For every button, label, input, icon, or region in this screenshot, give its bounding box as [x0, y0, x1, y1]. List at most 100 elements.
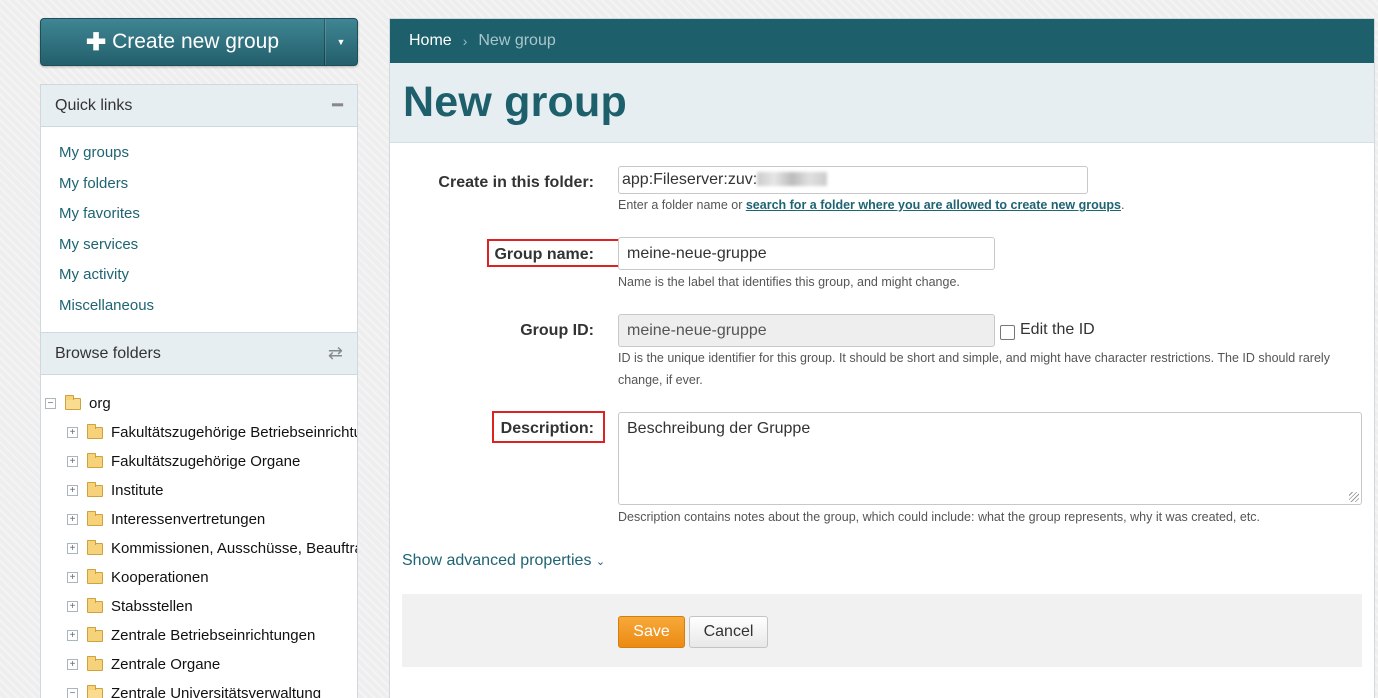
tree-node-label[interactable]: Kooperationen — [111, 569, 209, 586]
redacted-text — [757, 172, 828, 186]
tree-node[interactable]: + Kooperationen — [45, 563, 357, 592]
tree-node[interactable]: + Zentrale Organe — [45, 650, 357, 679]
group-id-help: ID is the unique identifier for this gro… — [618, 347, 1368, 391]
folder-help: Enter a folder name or search for a fold… — [618, 194, 1124, 216]
quick-links-panel: Quick links ━ My groups My folders My fa… — [40, 84, 358, 333]
description-textarea[interactable]: Beschreibung der Gruppe — [618, 412, 1362, 505]
expand-node-icon[interactable]: + — [67, 514, 78, 525]
expand-node-icon[interactable]: + — [67, 456, 78, 467]
folder-icon — [87, 597, 103, 613]
description-label: Description: — [500, 420, 594, 437]
browse-folders-title: Browse folders — [55, 344, 161, 362]
cancel-button[interactable]: Cancel — [689, 616, 768, 648]
group-name-value: meine-neue-gruppe — [627, 245, 767, 262]
tree-node[interactable]: + Zentrale Betriebseinrichtungen — [45, 621, 357, 650]
tree-node-label[interactable]: Interessenvertretungen — [111, 511, 265, 528]
tree-node-label[interactable]: Fakultätszugehörige Betriebseinrichtunge… — [111, 424, 357, 441]
quick-link-my-activity[interactable]: My activity — [59, 266, 129, 283]
tree-node-label[interactable]: Zentrale Organe — [111, 656, 220, 673]
quick-links-list: My groups My folders My favorites My ser… — [41, 127, 357, 339]
folder-input-value: app:Fileserver:zuv: — [622, 171, 758, 188]
tree-node[interactable]: + Fakultätszugehörige Organe — [45, 447, 357, 476]
folder-tree: − org + Fakultätszugehörige Betriebseinr… — [41, 375, 357, 698]
group-name-input[interactable]: meine-neue-gruppe — [618, 237, 995, 270]
tree-node-label[interactable]: Institute — [111, 482, 164, 499]
tree-node[interactable]: + Fakultätszugehörige Betriebseinrichtun… — [45, 418, 357, 447]
create-new-group-button[interactable]: ✚ Create new group ▼ — [40, 18, 358, 66]
folder-icon — [87, 510, 103, 526]
expand-node-icon[interactable]: + — [67, 543, 78, 554]
description-help: Description contains notes about the gro… — [618, 510, 1261, 524]
tree-node[interactable]: + Kommissionen, Ausschüsse, Beauftragte — [45, 534, 357, 563]
create-new-group-main[interactable]: ✚ Create new group — [41, 19, 324, 65]
tree-node[interactable]: + Institute — [45, 476, 357, 505]
plus-icon: ✚ — [85, 28, 107, 56]
quick-links-title: Quick links — [55, 96, 133, 114]
chevron-right-icon: › — [462, 33, 468, 49]
quick-link-item[interactable]: My services — [59, 233, 339, 264]
tree-node-label[interactable]: Stabsstellen — [111, 598, 193, 615]
folder-input[interactable]: app:Fileserver:zuv: — [618, 166, 1088, 194]
quick-link-my-favorites[interactable]: My favorites — [59, 205, 140, 222]
search-folder-link[interactable]: search for a folder where you are allowe… — [746, 198, 1121, 212]
expand-node-icon[interactable]: + — [67, 630, 78, 641]
collapse-node-icon[interactable]: − — [45, 398, 56, 409]
quick-link-item[interactable]: My activity — [59, 263, 339, 294]
breadcrumb-current: New group — [478, 32, 556, 49]
expand-node-icon[interactable]: + — [67, 485, 78, 496]
tree-node-label[interactable]: Zentrale Universitätsverwaltung — [111, 685, 321, 698]
expand-node-icon[interactable]: + — [67, 427, 78, 438]
folder-icon — [87, 423, 103, 439]
expand-node-icon[interactable]: + — [67, 572, 78, 583]
quick-link-my-groups[interactable]: My groups — [59, 144, 129, 161]
tree-node-root[interactable]: − org — [45, 389, 357, 418]
collapse-icon[interactable]: ━ — [332, 95, 343, 116]
collapse-node-icon[interactable]: − — [67, 688, 78, 698]
edit-id-checkbox[interactable] — [1000, 325, 1015, 340]
quick-link-miscellaneous[interactable]: Miscellaneous — [59, 297, 154, 314]
group-id-help-line: change, if ever. — [618, 373, 703, 387]
quick-links-header: Quick links ━ — [41, 85, 357, 127]
expand-node-icon[interactable]: + — [67, 659, 78, 670]
show-advanced-link[interactable]: Show advanced properties ⌄ — [402, 552, 605, 570]
tree-node[interactable]: + Stabsstellen — [45, 592, 357, 621]
breadcrumb: Home › New group — [390, 19, 1374, 63]
edit-id-label[interactable]: Edit the ID — [1020, 321, 1095, 339]
quick-link-my-services[interactable]: My services — [59, 236, 138, 253]
folder-help-suffix: . — [1120, 198, 1125, 212]
tree-node[interactable]: + Interessenvertretungen — [45, 505, 357, 534]
quick-link-item[interactable]: My favorites — [59, 202, 339, 233]
group-name-label: Group name: — [494, 246, 594, 263]
folder-icon — [87, 452, 103, 468]
tree-node[interactable]: − Zentrale Universitätsverwaltung — [45, 679, 357, 698]
folder-icon — [87, 568, 103, 584]
save-button[interactable]: Save — [618, 616, 685, 648]
folder-help-prefix: Enter a folder name or — [618, 198, 746, 212]
quick-link-item[interactable]: My groups — [59, 141, 339, 172]
expand-node-icon[interactable]: + — [67, 601, 78, 612]
tree-node-label[interactable]: Zentrale Betriebseinrichtungen — [111, 627, 315, 644]
tree-node-label[interactable]: org — [89, 395, 111, 412]
folder-icon — [87, 655, 103, 671]
swap-arrows-icon[interactable]: ⇄ — [328, 343, 343, 364]
tree-node-label[interactable]: Kommissionen, Ausschüsse, Beauftragte — [111, 540, 357, 557]
form-actions: Save Cancel — [402, 594, 1362, 667]
breadcrumb-home[interactable]: Home — [409, 32, 452, 50]
title-band: New group — [390, 63, 1374, 143]
folder-icon — [87, 539, 103, 555]
folder-open-icon — [65, 394, 81, 410]
quick-link-my-folders[interactable]: My folders — [59, 175, 128, 192]
group-name-help: Name is the label that identifies this g… — [618, 275, 960, 289]
create-dropdown-toggle[interactable]: ▼ — [324, 19, 357, 65]
main-content: Home › New group New group Create in thi… — [389, 18, 1375, 698]
folder-icon — [87, 481, 103, 497]
create-new-group-label: Create new group — [112, 30, 280, 53]
show-advanced-label: Show advanced properties — [402, 552, 592, 569]
resize-handle-icon[interactable] — [1349, 492, 1359, 502]
group-id-help-line: ID is the unique identifier for this gro… — [618, 351, 1330, 365]
browse-folders-header: Browse folders ⇄ — [41, 333, 357, 375]
quick-link-item[interactable]: Miscellaneous — [59, 294, 339, 325]
tree-node-label[interactable]: Fakultätszugehörige Organe — [111, 453, 300, 470]
quick-link-item[interactable]: My folders — [59, 172, 339, 203]
browse-folders-panel: Browse folders ⇄ − org + Fakultätszugehö… — [40, 332, 358, 698]
